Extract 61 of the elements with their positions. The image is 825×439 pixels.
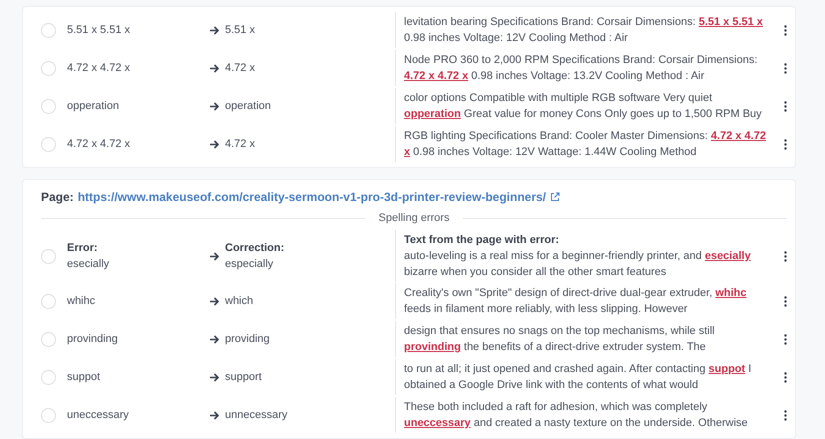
more-icon[interactable] [784,62,787,74]
context-text: levitation bearing Specifications Brand: Corsair Dimensions: 5.51 x 5.51 x 0.98 inches Voltage: 12V Cooling Method : Air [404,15,764,46]
radio-button[interactable] [41,136,56,152]
correction-text: which [225,295,254,307]
error-text: esecially [67,258,110,270]
radio-button[interactable] [41,60,56,76]
radio-button[interactable] [41,408,56,422]
radio-button[interactable] [41,370,56,384]
arrow-right-icon [209,250,220,262]
correction-text: support [225,371,263,383]
context-text: These both included a raft for adhesion, which was completely uneccessary and created a nasty texture on the underside. Otherwise [404,400,749,431]
page-label: Page: [41,190,74,204]
more-icon[interactable] [784,296,787,306]
arrow-right-icon [209,62,220,74]
external-link-icon[interactable] [550,192,560,202]
error-text: opperation [67,100,120,112]
correction-text: 5.51 x [225,24,256,36]
arrow-right-icon [209,138,220,150]
radio-button[interactable] [41,294,56,308]
context-text: to run at all; it just opened and crashed again. After contacting suppot I obtained a Google Drive link with the contents of what would [404,362,752,393]
error-text: whihc [67,295,96,307]
context-text: design that ensures no snags on the top mechanisms, while still provinding the benefits of a direct-drive extruder system. The [404,324,716,355]
correction-text: 4.72 x [225,138,256,150]
context-text: auto-leveling is a real miss for a beginner-friendly printer, and esecially bizarre when you consider all the other smart features [404,249,752,280]
more-icon[interactable] [784,138,787,150]
correction-text: especially [225,258,274,270]
more-icon[interactable] [784,372,787,382]
context-text: Node PRO 360 to 2,000 RPM Specifications Brand: Corsair Dimensions: 4.72 x 4.72 x 0.98 inches Voltage: 13.2V Cooling Method : Air [404,53,758,84]
correction-text: unnecessary [225,409,288,421]
more-icon[interactable] [784,100,787,112]
radio-button[interactable] [41,22,56,38]
more-icon[interactable] [784,334,787,344]
arrow-right-icon [209,410,220,420]
error-text: 4.72 x 4.72 x [67,62,131,74]
error-text: uneccessary [67,409,130,421]
error-text: provinding [67,333,119,345]
arrow-right-icon [209,296,220,306]
arrow-right-icon [209,24,220,36]
correction-text: operation [225,100,272,112]
context-label: Text from the page with error: [404,233,560,248]
arrow-right-icon [209,100,220,112]
arrow-right-icon [209,372,220,382]
context-text: color options Compatible with multiple RGB software Very quiet opperation Great value for money Cons Only goes up to 1,500 RPM Buy [404,91,763,122]
section-title: Spelling errors [378,212,450,224]
correction-text: providing [225,333,271,345]
arrow-right-icon [209,334,220,344]
page-link[interactable]: https://www.makeuseof.com/creality-sermoon-v1-pro-3d-printer-review-beginners/ [78,190,546,204]
error-label: Error: [67,242,99,254]
more-icon[interactable] [784,24,787,36]
correction-label: Correction: [225,242,286,254]
radio-button[interactable] [41,332,56,346]
context-text: Creality's own "Sprite" design of direct-drive dual-gear extruder, whihc feeds in filament more reliably, with less slipping. However [404,286,748,317]
radio-button[interactable] [41,98,56,114]
more-icon[interactable] [784,250,787,262]
error-text: 5.51 x 5.51 x [67,24,131,36]
context-text: RGB lighting Specifications Brand: Cooler Master Dimensions: 4.72 x 4.72 x 0.98 inches Voltage: 12V Wattage: 1.44W Cooling Method [404,129,767,160]
error-text: 4.72 x 4.72 x [67,138,131,150]
error-text: suppot [67,371,102,383]
correction-text: 4.72 x [225,62,256,74]
more-icon[interactable] [784,410,787,420]
radio-button[interactable] [41,248,56,264]
